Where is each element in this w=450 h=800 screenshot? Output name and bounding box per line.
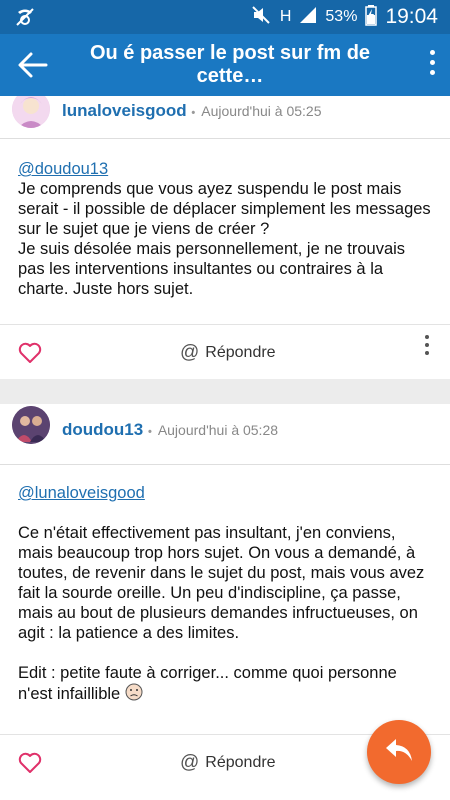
mention-link[interactable]: @lunaloveisgood	[18, 483, 432, 503]
mute-icon	[250, 4, 272, 31]
reply-button[interactable]: @ Répondre	[180, 342, 276, 364]
network-type: H	[279, 8, 292, 25]
post-paragraph-text: Edit : petite faute à corriger... comme …	[18, 664, 397, 703]
heart-outline-icon[interactable]	[18, 342, 42, 364]
battery-percent: 53%	[325, 8, 358, 25]
signal-icon	[299, 6, 317, 29]
sad-face-icon	[125, 683, 143, 706]
avatar[interactable]	[12, 406, 50, 444]
more-vert-icon[interactable]	[424, 335, 430, 359]
reply-fab[interactable]	[367, 720, 431, 784]
author-name-text: lunaloveisgood	[62, 101, 187, 120]
post-time: Aujourd'hui à 05:28	[157, 422, 279, 438]
thread-content: lunaloveisgood • Aujourd'hui à 05:25 @dou…	[0, 96, 450, 800]
author-name-text: doudou13	[62, 420, 144, 439]
avatar[interactable]	[12, 96, 50, 128]
arrow-left-icon[interactable]	[16, 51, 48, 79]
post-paragraph: Je comprends que vous ayez suspendu le p…	[18, 180, 431, 238]
post-paragraph: Edit : petite faute à corriger... comme …	[18, 663, 432, 706]
battery-icon	[365, 4, 378, 31]
mention-link[interactable]: @doudou13	[18, 159, 432, 179]
app-bar: Ou é passer le post sur fm de cette…	[0, 34, 450, 96]
post-header: doudou13 • Aujourd'hui à 05:28	[0, 404, 450, 465]
post-paragraph: Je suis désolée mais personnellement, je…	[18, 240, 406, 298]
author-name[interactable]: lunaloveisgood • Aujourd'hui à 05:25	[62, 101, 322, 121]
reply-label: Répondre	[205, 344, 276, 361]
status-bar: H 53% 19:04	[0, 0, 450, 34]
more-vert-icon[interactable]	[428, 50, 436, 80]
post-time: Aujourd'hui à 05:25	[201, 103, 322, 119]
post-body: @doudou13 Je comprends que vous ayez sus…	[0, 139, 450, 299]
post-card: lunaloveisgood • Aujourd'hui à 05:25 @dou…	[0, 96, 450, 379]
clock: 19:04	[385, 5, 438, 28]
post-paragraph: Ce n'était effectivement pas insultant, …	[18, 524, 425, 642]
reply-icon	[384, 737, 414, 768]
at-sign-icon: @	[180, 342, 200, 363]
reply-button[interactable]: @ Répondre	[180, 752, 276, 774]
notification-icon	[14, 6, 36, 33]
post-header: lunaloveisgood • Aujourd'hui à 05:25	[0, 96, 450, 139]
page-title: Ou é passer le post sur fm de cette…	[89, 42, 371, 87]
post-footer: @ Répondre	[0, 324, 450, 381]
reply-label: Répondre	[205, 754, 276, 771]
heart-outline-icon[interactable]	[18, 752, 42, 774]
author-name[interactable]: doudou13 • Aujourd'hui à 05:28	[62, 420, 278, 440]
at-sign-icon: @	[180, 752, 200, 773]
post-body: @lunaloveisgood Ce n'était effectivement…	[0, 465, 450, 706]
